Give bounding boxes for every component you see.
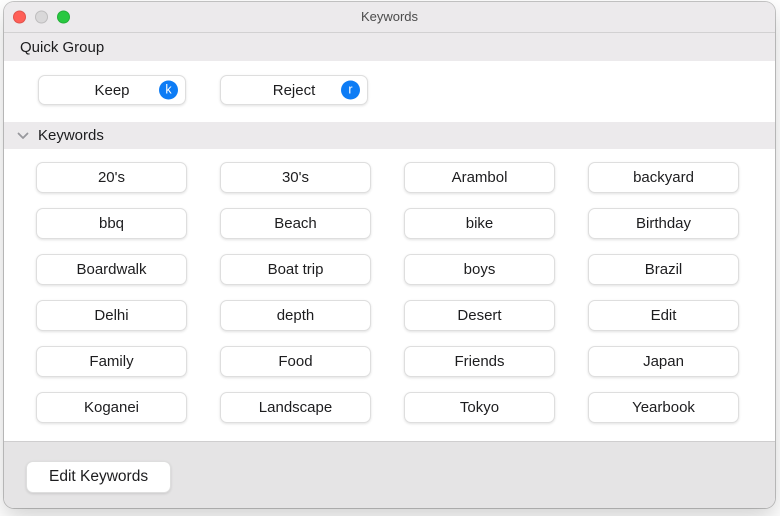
keyword-button[interactable]: Boardwalk [36, 254, 187, 285]
keywords-grid: 20's 30's Arambol backyard bbq Beach bike Birth… [4, 149, 775, 441]
keyword-button[interactable]: boys [404, 254, 555, 285]
keyword-button[interactable]: Beach [220, 208, 371, 239]
keyword-button[interactable]: Friends [404, 346, 555, 377]
keywords-header: Keywords [4, 122, 775, 149]
bottom-bar: Edit Keywords [4, 441, 775, 508]
quick-group-button-reject[interactable]: Reject r [220, 75, 368, 105]
keyword-button[interactable]: Brazil [588, 254, 739, 285]
keyword-button[interactable]: Food [220, 346, 371, 377]
keyword-button[interactable]: 30's [220, 162, 371, 193]
quick-group-button-keep[interactable]: Keep k [38, 75, 186, 105]
keyword-button[interactable]: Tokyo [404, 392, 555, 423]
keyword-button[interactable]: Japan [588, 346, 739, 377]
keyword-button[interactable]: bike [404, 208, 555, 239]
keyword-button[interactable]: Family [36, 346, 187, 377]
quick-group-header: Quick Group [4, 33, 775, 61]
keyword-button[interactable]: backyard [588, 162, 739, 193]
window-titlebar[interactable]: Keywords [4, 2, 775, 33]
quick-group-header-label: Quick Group [20, 39, 104, 56]
shortcut-key-badge: k [159, 81, 178, 100]
minimize-button[interactable] [35, 11, 48, 24]
keyword-button[interactable]: Koganei [36, 392, 187, 423]
quick-group-buttons: Keep k Reject r [4, 61, 775, 122]
keyword-button[interactable]: Delhi [36, 300, 187, 331]
chevron-down-icon[interactable] [17, 132, 29, 140]
edit-keywords-button[interactable]: Edit Keywords [26, 461, 171, 493]
keyword-button[interactable]: Desert [404, 300, 555, 331]
quick-group-button-label: Reject [273, 82, 316, 99]
keyword-button[interactable]: 20's [36, 162, 187, 193]
keyword-button[interactable]: depth [220, 300, 371, 331]
keyword-button[interactable]: Edit [588, 300, 739, 331]
keyword-button[interactable]: Yearbook [588, 392, 739, 423]
quick-group-button-label: Keep [94, 82, 129, 99]
window-title: Keywords [4, 2, 775, 32]
keyword-button[interactable]: bbq [36, 208, 187, 239]
keyword-button[interactable]: Arambol [404, 162, 555, 193]
traffic-lights [13, 11, 70, 24]
keyword-button[interactable]: Birthday [588, 208, 739, 239]
shortcut-key-badge: r [341, 81, 360, 100]
keyword-button[interactable]: Boat trip [220, 254, 371, 285]
keywords-header-label: Keywords [38, 127, 104, 144]
keyword-button[interactable]: Landscape [220, 392, 371, 423]
close-button[interactable] [13, 11, 26, 24]
zoom-button[interactable] [57, 11, 70, 24]
keywords-window: Keywords Quick Group Keep k Reject r Keywor… [4, 2, 775, 508]
